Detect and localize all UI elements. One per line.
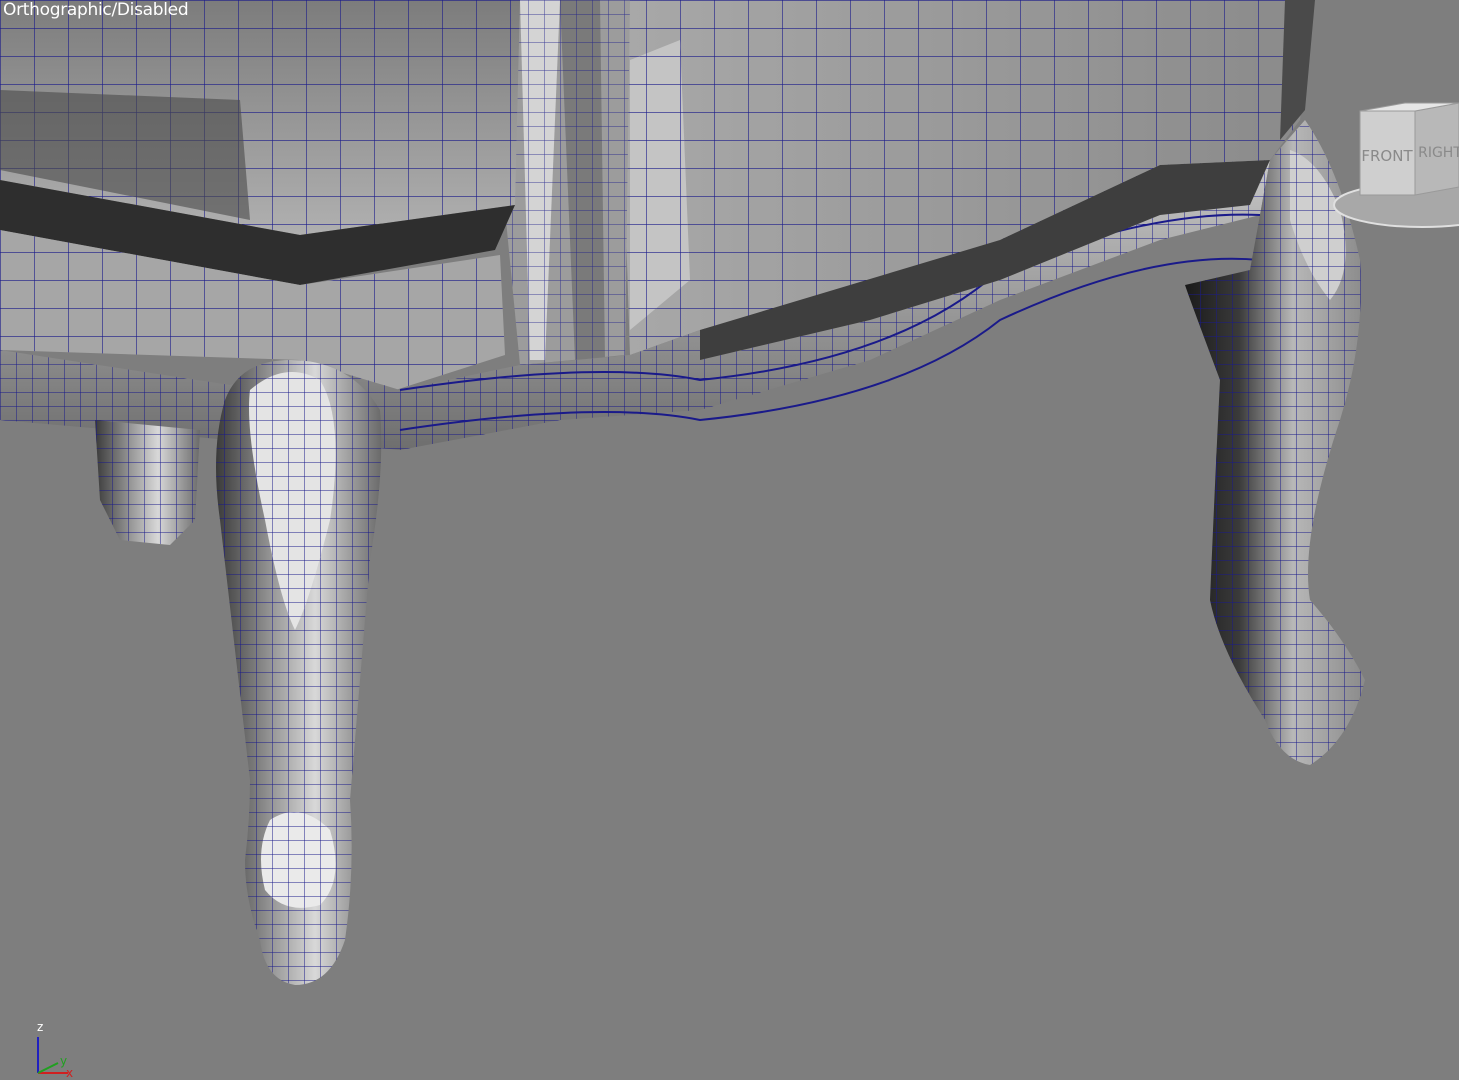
z-axis-label: z — [37, 1020, 43, 1034]
seat-cushion — [0, 0, 520, 285]
viewcube-right-label: RIGHT — [1418, 145, 1459, 161]
x-axis-label: x — [66, 1066, 73, 1080]
y-axis-label: y — [60, 1054, 67, 1068]
viewcube-front-label: FRONT — [1361, 147, 1413, 165]
y-axis-line — [37, 1062, 59, 1074]
viewcube-navigator[interactable]: FRONT RIGHT — [1330, 95, 1459, 235]
chair-mesh-render[interactable] — [0, 0, 1459, 1080]
perspective-viewport[interactable]: Orthographic/Disabled FRONT RIGHT z x y — [0, 0, 1459, 1080]
back-leg-left — [95, 420, 200, 545]
viewport-label[interactable]: Orthographic/Disabled — [3, 0, 189, 20]
axis-tripod: z x y — [37, 1020, 73, 1080]
front-leg-left — [216, 360, 382, 985]
